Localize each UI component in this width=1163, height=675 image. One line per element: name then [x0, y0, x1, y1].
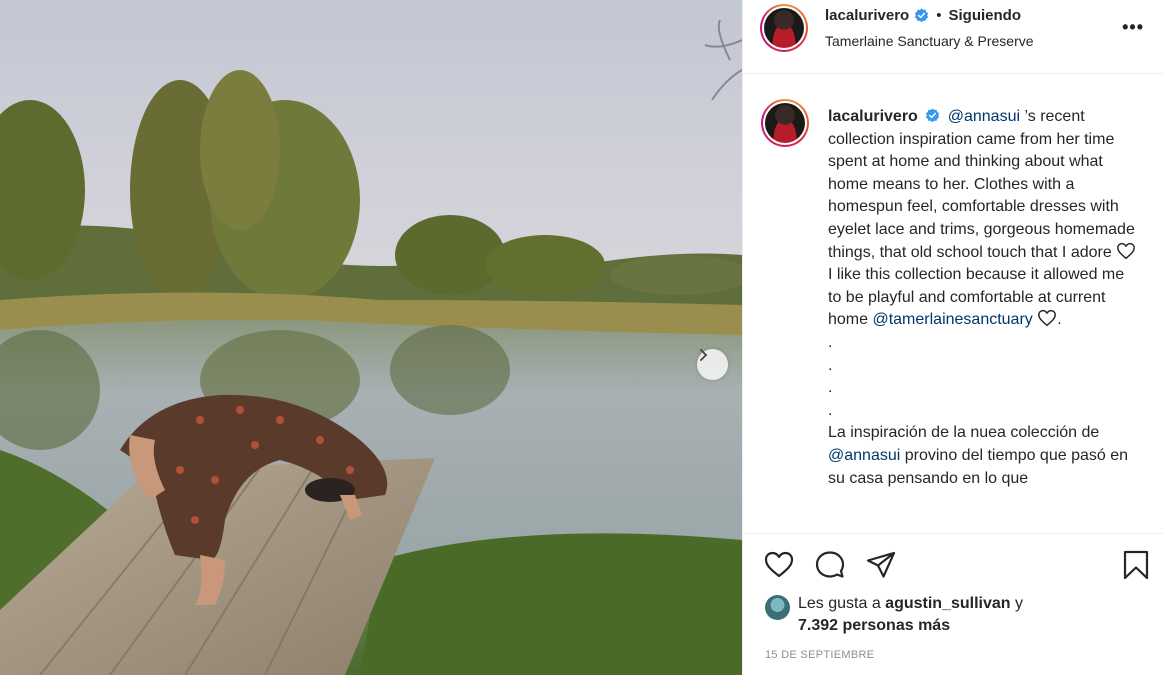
mention-annasui[interactable]: @annasui [948, 108, 1020, 125]
next-photo-button[interactable] [697, 349, 728, 380]
author-username[interactable]: lacalurivero [825, 7, 909, 24]
mention-tamerlainesanctuary[interactable]: @tamerlainesanctuary [872, 311, 1032, 328]
likes-prefix: Les gusta a [798, 595, 886, 612]
post-actions: Les gusta a agustin_sullivan y 7.392 per… [743, 533, 1163, 675]
likes-count[interactable]: 7.392 personas más [798, 617, 950, 634]
likes-text: Les gusta a agustin_sullivan y 7.392 per… [798, 593, 1058, 637]
caption-dots: . . . . [828, 332, 1138, 422]
verified-badge-icon [926, 108, 940, 123]
following-button[interactable]: Siguiendo [948, 7, 1021, 24]
post-photo [0, 0, 742, 675]
chevron-right-icon [700, 349, 708, 361]
post-location[interactable]: Tamerlaine Sanctuary & Preserve [825, 33, 1034, 49]
separator-dot: • [936, 7, 942, 24]
liker-avatar[interactable] [765, 595, 790, 620]
caption-spanish: La inspiración de la nuea colección de @… [828, 422, 1138, 490]
photo-scene [0, 0, 742, 675]
caption-dot-line: . [828, 356, 833, 374]
comments-area: lacalurivero @annasui ’s recent collecti… [743, 75, 1163, 533]
heart-outline-emoji-icon [1117, 242, 1136, 259]
caption-text: ’s recent collection inspiration came fr… [828, 108, 1135, 261]
comment-icon[interactable] [814, 549, 846, 581]
caption-author-avatar[interactable] [761, 99, 809, 147]
verified-badge-icon [915, 8, 929, 23]
header-user-row: lacalurivero • Siguiendo [825, 7, 1021, 24]
liker-username[interactable]: agustin_sullivan [885, 595, 1010, 612]
mention-annasui[interactable]: @annasui [828, 447, 900, 464]
post-caption: lacalurivero @annasui ’s recent collecti… [828, 106, 1138, 490]
caption-dot-line: . [828, 401, 833, 419]
caption-dot-line: . [828, 333, 833, 351]
likes-joiner: y [1010, 595, 1023, 612]
bookmark-icon[interactable] [1120, 549, 1152, 581]
post-date[interactable]: 15 DE SEPTIEMBRE [765, 649, 874, 661]
caption-text: . [1057, 311, 1062, 329]
author-avatar[interactable] [760, 4, 808, 52]
more-options-button[interactable]: ••• [1122, 17, 1144, 38]
post-side-panel: lacalurivero • Siguiendo Tamerlaine Sanc… [742, 0, 1163, 675]
caption-text: La inspiración de la nuea colección de [828, 424, 1100, 442]
heart-outline-emoji-icon [1038, 310, 1057, 327]
likes-summary: Les gusta a agustin_sullivan y 7.392 per… [765, 593, 1058, 637]
caption-username[interactable]: lacalurivero [828, 108, 918, 125]
share-icon[interactable] [865, 549, 897, 581]
post-header: lacalurivero • Siguiendo Tamerlaine Sanc… [743, 0, 1163, 74]
heart-icon[interactable] [763, 549, 795, 581]
caption-dot-line: . [828, 379, 833, 397]
